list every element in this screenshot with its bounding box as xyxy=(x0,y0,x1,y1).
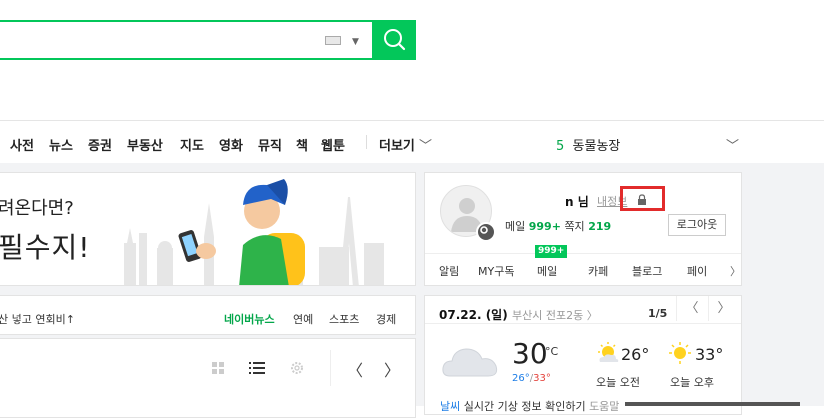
divider xyxy=(425,253,741,254)
services-more-button[interactable]: 〉 xyxy=(730,263,741,279)
ticker-expand-icon[interactable]: ﹀ xyxy=(726,135,739,154)
keyboard-icon[interactable] xyxy=(325,36,341,45)
service-cafe[interactable]: 카페 xyxy=(588,263,608,279)
service-notification[interactable]: 알림 xyxy=(439,263,459,279)
highlight-box xyxy=(620,186,665,211)
profile-settings-icon[interactable] xyxy=(476,222,496,242)
weather-link-text: 실시간 기상 정보 확인하기 xyxy=(463,400,586,413)
keyboard-dropdown-icon[interactable]: ▼ xyxy=(352,37,359,47)
nav-more-label: 더보기 xyxy=(379,139,415,154)
weather-page-indicator: 1/5 xyxy=(648,307,668,320)
note-label: 쪽지 xyxy=(564,220,585,233)
trending-ticker[interactable]: 5 동물농장 xyxy=(556,135,620,154)
promo-subheadline: 필수지! xyxy=(0,231,91,264)
promo-headline: 려온다면? xyxy=(0,198,74,219)
divider xyxy=(330,350,331,386)
nav-item-music[interactable]: 뮤직 xyxy=(258,135,282,154)
logout-button[interactable]: 로그아웃 xyxy=(668,214,726,236)
mail-note-summary[interactable]: 메일 999+ 쪽지 219 xyxy=(505,218,611,234)
nav-item-stock[interactable]: 증권 xyxy=(88,135,112,154)
low-temp: 26° xyxy=(512,373,530,384)
search-button[interactable] xyxy=(372,20,416,60)
news-next-button[interactable]: 〉 xyxy=(384,357,400,381)
weather-info-link[interactable]: 날씨 실시간 기상 정보 확인하기 도움말 xyxy=(440,398,619,414)
search-icon xyxy=(384,29,406,51)
tab-entertainment[interactable]: 연예 xyxy=(293,311,313,327)
tab-sports[interactable]: 스포츠 xyxy=(329,311,359,327)
tab-economy[interactable]: 경제 xyxy=(376,311,396,327)
cloudy-icon xyxy=(442,348,498,377)
settings-gear-icon[interactable] xyxy=(289,360,305,376)
pm-label: 오늘 오후 xyxy=(670,376,714,389)
pm-temperature: 33° xyxy=(695,345,724,364)
nav-item-news[interactable]: 뉴스 xyxy=(49,135,73,154)
news-prev-button[interactable]: 〈 xyxy=(347,357,363,381)
temperature-range: 26°/33° xyxy=(512,373,551,384)
weather-help-text: 도움말 xyxy=(589,400,620,413)
mail-label: 메일 xyxy=(505,220,526,233)
service-blog[interactable]: 블로그 xyxy=(632,263,662,279)
overlay-bar xyxy=(625,402,800,406)
nav-item-map[interactable]: 지도 xyxy=(180,135,204,154)
search-input[interactable] xyxy=(0,20,372,60)
nav-item-movie[interactable]: 영화 xyxy=(219,135,243,154)
am-label: 오늘 오전 xyxy=(596,376,640,389)
nav-item-realestate[interactable]: 부동산 xyxy=(127,135,163,154)
weather-location-link[interactable]: 부산시 전포2동 〉 xyxy=(512,307,598,323)
tab-naver-news[interactable]: 네이버뉴스 xyxy=(224,311,275,327)
divider xyxy=(425,323,741,324)
service-pay[interactable]: 페이 xyxy=(687,263,707,279)
weather-date: 07.22. (일) xyxy=(439,308,508,322)
user-name: n 님 xyxy=(565,195,589,209)
list-view-icon[interactable] xyxy=(249,361,265,375)
service-mail[interactable]: 메일 xyxy=(537,263,557,279)
weather-prev-button[interactable]: 〈 xyxy=(676,296,707,321)
note-count: 219 xyxy=(588,220,612,233)
weather-link-label: 날씨 xyxy=(440,400,461,413)
mail-count-badge: 999+ xyxy=(535,245,568,258)
sunny-icon xyxy=(669,342,691,364)
nav-item-book[interactable]: 책 xyxy=(296,135,308,154)
chevron-down-icon: ﹀ xyxy=(414,139,433,154)
ticker-rank: 5 xyxy=(556,139,565,154)
nav-item-dictionary[interactable]: 사전 xyxy=(10,135,34,154)
nav-item-webtoon[interactable]: 웹툰 xyxy=(321,135,345,154)
right-gutter xyxy=(742,163,824,406)
mail-count: 999+ xyxy=(528,220,561,233)
weather-next-button[interactable]: 〉 xyxy=(708,296,739,321)
headline-link[interactable]: 산 넣고 연회비↑ xyxy=(0,311,75,327)
nav-separator xyxy=(366,135,367,149)
high-temp: 33° xyxy=(533,373,551,384)
ticker-keyword: 동물농장 xyxy=(572,139,621,154)
grid-view-icon[interactable] xyxy=(211,361,225,375)
service-my-subscription[interactable]: MY구독 xyxy=(478,263,514,279)
service-nav: 사전 뉴스 증권 부동산 지도 영화 뮤직 책 웹툰 더보기 ﹀ 5 동물농장 … xyxy=(0,121,824,163)
am-temperature: 26° xyxy=(621,345,650,364)
sunny-cloudy-icon xyxy=(598,342,619,362)
temperature-unit: °C xyxy=(545,345,559,358)
current-temperature: 30 xyxy=(512,337,548,370)
nav-more-button[interactable]: 더보기 ﹀ xyxy=(379,135,432,154)
